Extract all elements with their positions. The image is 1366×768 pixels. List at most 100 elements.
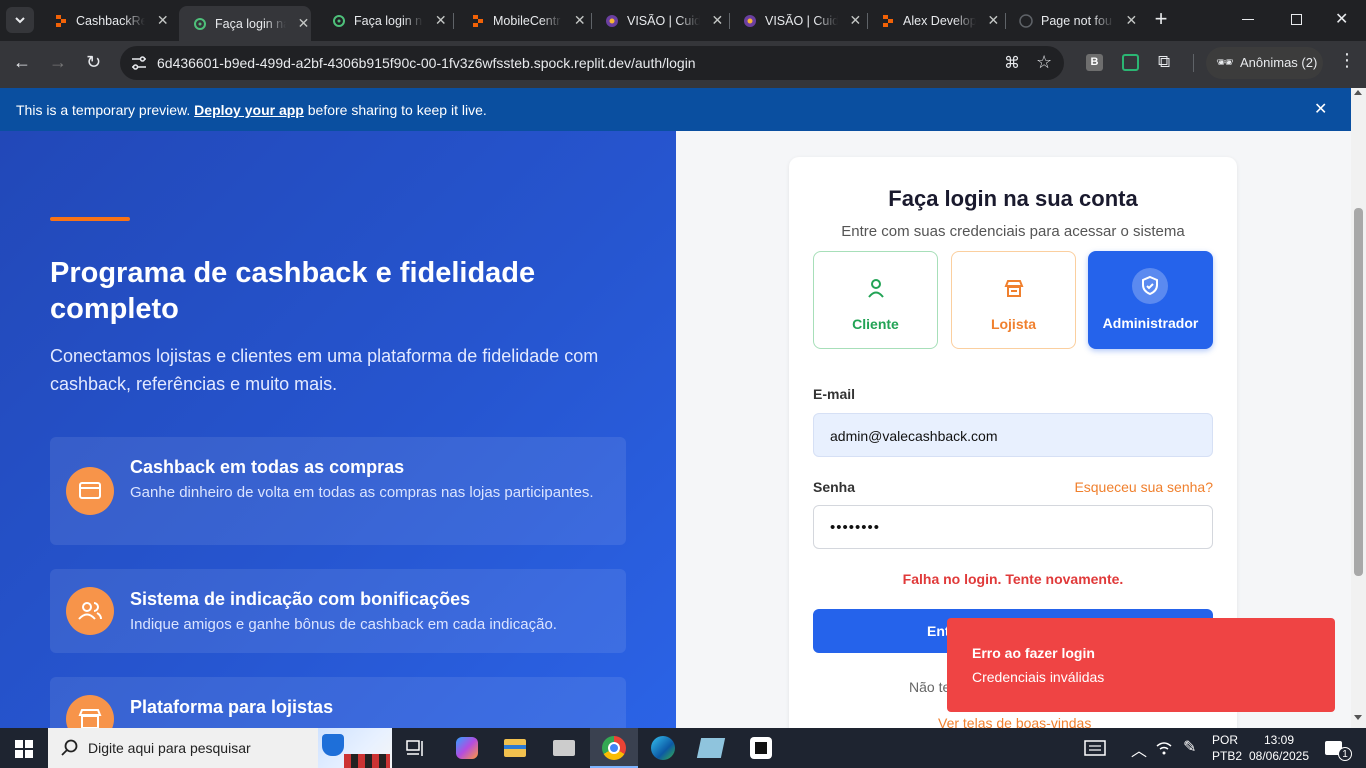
browser-tab[interactable]: Page not fou ✕ [1005,6,1139,35]
language-bottom: PTB2 [1212,749,1243,763]
toast-title: Erro ao fazer login [972,645,1095,661]
notebook-input-icon[interactable] [1084,740,1106,756]
windows-start-icon[interactable] [15,740,33,758]
browser-tab[interactable]: CashbackRef ✕ [40,6,170,35]
forgot-password-link[interactable]: Esqueceu sua senha? [1074,479,1213,495]
role-cliente-button[interactable]: Cliente [813,251,938,349]
browser-tab[interactable]: VISÃO | Cuid ✕ [591,6,725,35]
close-icon[interactable]: ✕ [1314,99,1327,119]
url-text: 6d436601-b9ed-499d-a2bf-4306b915f90c-00-… [157,55,696,71]
feature-description: Indique amigos e ganhe bônus de cashback… [130,616,557,633]
browser-tab-active[interactable]: Faça login na ✕ [179,6,311,41]
capcut-icon[interactable] [750,737,772,759]
store-icon [1004,280,1024,297]
close-icon[interactable]: ✕ [296,15,311,32]
file-explorer-icon[interactable] [504,739,526,757]
feature-title: Cashback em todas as compras [130,457,405,477]
browser-tab[interactable]: Alex Develop ✕ [867,6,1001,35]
mail-icon[interactable] [553,740,575,756]
close-icon[interactable]: ✕ [848,12,863,29]
language-indicator[interactable]: POR PTB2 [1212,732,1242,764]
welcome-screens-link[interactable]: Ver telas de boas-vindas [938,715,1091,728]
browser-tab[interactable]: Faça login na ✕ [318,6,448,35]
chevron-up-icon[interactable]: ︿ [1131,737,1147,761]
incognito-icon: 🕶 [1216,54,1234,70]
site-info-icon[interactable] [130,55,148,71]
browser-tab[interactable]: VISÃO | Cuid ✕ [729,6,863,35]
hero-subtitle: Conectamos lojistas e clientes em uma pl… [50,346,599,394]
replit-icon [883,14,893,27]
tab-title: Faça login na [215,16,287,31]
toast-message: Credenciais inválidas [972,669,1105,685]
tab-title: VISÃO | Cuid [765,13,838,28]
copilot-icon[interactable] [456,737,478,759]
extension-green-icon[interactable] [1122,54,1139,71]
taskbar-search-box[interactable]: Digite aqui para pesquisar [48,728,392,768]
restore-button[interactable] [1291,14,1302,25]
task-view-icon[interactable] [406,740,426,758]
browser-tab[interactable]: MobileCentr ✕ [457,6,587,35]
visao-icon [606,14,618,27]
email-field[interactable]: admin@valecashback.com [813,413,1213,457]
feature-title: Plataforma para lojistas [130,697,334,717]
error-toast[interactable]: Erro ao fazer login Credenciais inválida… [947,618,1335,712]
close-icon[interactable]: ✕ [433,12,448,29]
role-lojista-button[interactable]: Lojista [951,251,1076,349]
close-icon[interactable]: ✕ [710,12,725,29]
tab-title: Alex Develop [903,13,976,28]
tab-search-button[interactable] [6,7,34,33]
translate-icon[interactable]: ⌘ [1004,53,1020,73]
shield-check-icon [1132,268,1168,304]
back-icon[interactable]: ← [13,52,31,73]
clock[interactable]: 13:09 08/06/2025 [1246,732,1312,764]
sticky-app-icon[interactable] [696,738,726,758]
minimize-button[interactable] [1242,19,1254,20]
credit-card-icon [66,467,114,515]
password-field[interactable]: •••••••• [813,505,1213,549]
tab-title: Faça login na [354,13,424,28]
feature-card: Cashback em todas as compras Ganhe dinhe… [50,437,626,545]
close-window-button[interactable]: ✕ [1335,9,1348,29]
pen-icon[interactable]: ✎ [1183,737,1196,757]
new-tab-button[interactable]: + [1150,8,1172,31]
replit-icon [56,14,66,27]
scroll-thumb[interactable] [1354,208,1363,576]
visao-icon [744,14,756,27]
tab-title: CashbackRef [76,13,146,28]
language-top: POR [1212,733,1239,747]
close-icon[interactable]: ✕ [572,12,587,29]
menu-dots-icon[interactable]: ⋮ [1338,50,1356,71]
scroll-up-arrow[interactable] [1354,90,1362,95]
login-subtitle: Entre com suas credenciais para acessar … [841,223,1185,240]
close-icon[interactable]: ✕ [155,12,170,29]
banner-text-after: before sharing to keep it live. [303,102,487,118]
extensions-puzzle-icon[interactable]: ⧉ [1158,52,1170,72]
profile-button[interactable]: 🕶 Anônimas (2) [1206,47,1323,79]
preview-banner: This is a temporary preview. Deploy your… [0,88,1351,131]
role-administrador-button[interactable]: Administrador [1088,251,1213,349]
edge-icon[interactable] [651,736,675,760]
banner-text: This is a temporary preview. Deploy your… [16,102,487,118]
address-bar[interactable]: 6d436601-b9ed-499d-a2bf-4306b915f90c-00-… [120,46,1064,80]
tab-separator [453,13,454,29]
page-scrollbar[interactable] [1351,88,1366,728]
chrome-taskbar-button[interactable] [590,728,638,768]
hero-title: Programa de cashback e fidelidade comple… [50,257,536,325]
tab-title: VISÃO | Cuid [627,13,700,28]
extension-b-icon[interactable]: B [1086,54,1103,71]
feature-title: Sistema de indicação com bonificações [130,589,471,609]
forward-icon[interactable]: → [49,52,67,73]
replit-icon [473,14,483,27]
clock-time: 13:09 [1263,733,1295,747]
chrome-icon [602,736,626,760]
wifi-icon[interactable] [1155,740,1173,756]
close-icon[interactable]: ✕ [1124,12,1139,29]
hero-panel: Programa de cashback e fidelidade comple… [0,131,676,728]
bookmark-star-icon[interactable]: ☆ [1036,52,1052,73]
scroll-down-arrow[interactable] [1354,715,1362,720]
deploy-link[interactable]: Deploy your app [194,102,304,118]
feature-description: Ganhe dinheiro de volta em todas as comp… [130,484,594,501]
globe-green-icon [333,14,345,27]
close-icon[interactable]: ✕ [986,12,1001,29]
reload-icon[interactable]: ↻ [86,52,101,73]
